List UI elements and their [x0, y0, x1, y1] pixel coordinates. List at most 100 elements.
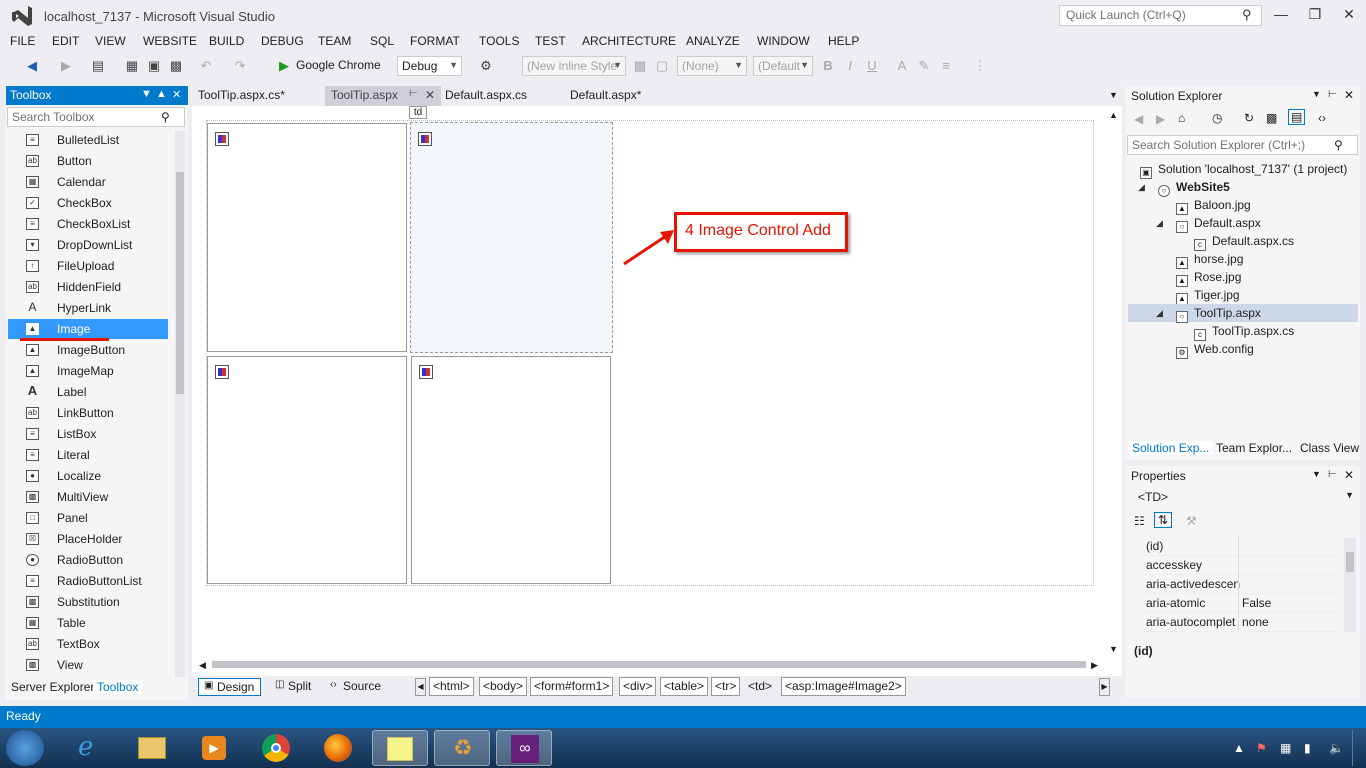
tree-node-web-config[interactable]: ⚙ Web.config	[1176, 340, 1254, 359]
menu-help[interactable]: HELP	[828, 34, 859, 48]
menu-analyze[interactable]: ANALYZE	[686, 34, 740, 48]
show-desktop-button[interactable]	[1352, 730, 1364, 766]
new-project-icon[interactable]: ▤	[90, 58, 106, 74]
toolbox-item-placeholder[interactable]: ☒ PlaceHolder	[8, 529, 168, 549]
breadcrumb-body[interactable]: <body>	[479, 677, 528, 696]
tree-node-default-aspx[interactable]: ○ Default.aspx	[1176, 214, 1261, 233]
dropdown-icon[interactable]: ▼	[1312, 469, 1321, 479]
tab-solution-explorer[interactable]: Solution Exp...	[1128, 441, 1214, 455]
breadcrumb-right-icon[interactable]: ▶	[1099, 678, 1110, 696]
scroll-right-icon[interactable]: ▶	[1091, 660, 1098, 671]
visual-studio-taskbar-icon[interactable]: ∞	[496, 730, 552, 766]
redo-icon[interactable]: ↷	[232, 58, 248, 74]
save-icon[interactable]: ▣	[146, 58, 162, 74]
design-view-button[interactable]: ▣ Design	[198, 678, 262, 696]
menu-architecture[interactable]: ARCHITECTURE	[582, 34, 676, 48]
pending-changes-icon[interactable]: ◷	[1212, 111, 1222, 125]
toolbox-item-bulletedlist[interactable]: ≡ BulletedList	[8, 130, 168, 150]
start-button-icon[interactable]	[6, 730, 44, 766]
close-icon[interactable]: ✕	[1344, 468, 1354, 482]
editor-horizontal-scroll-thumb[interactable]	[212, 661, 1086, 668]
pin-icon[interactable]: ▲	[156, 88, 167, 100]
menu-edit[interactable]: EDIT	[52, 34, 79, 48]
tab-default-aspx-cs[interactable]: Default.aspx.cs	[439, 86, 533, 106]
volume-muted-icon[interactable]: 🔈	[1329, 741, 1344, 755]
power-icon[interactable]: ▮	[1304, 741, 1311, 755]
toolbox-item-table[interactable]: ▦ Table	[8, 613, 168, 633]
tab-default-aspx[interactable]: Default.aspx*	[564, 86, 647, 106]
open-file-icon[interactable]: ▦	[124, 58, 140, 74]
sticky-notes-taskbar-icon[interactable]	[372, 730, 428, 766]
file-explorer-taskbar-icon[interactable]	[124, 730, 180, 766]
home-icon[interactable]: ⌂	[1178, 111, 1185, 125]
split-view-button[interactable]: ◫ Split	[270, 678, 317, 696]
internet-explorer-taskbar-icon[interactable]: e	[62, 730, 118, 766]
breadcrumb-tr[interactable]: <tr>	[711, 677, 741, 696]
style-select[interactable]: (New Inline Style ▼	[522, 56, 626, 76]
tab-dropdown-icon[interactable]: ▼	[1109, 90, 1118, 100]
tree-node-rose-jpg[interactable]: ▲ Rose.jpg	[1176, 268, 1241, 287]
source-view-button[interactable]: ‹› Source	[325, 678, 387, 696]
tree-node-horse-jpg[interactable]: ▲ horse.jpg	[1176, 250, 1243, 269]
close-icon[interactable]: ✕	[425, 88, 435, 102]
toolbox-item-hyperlink[interactable]: A HyperLink	[8, 298, 168, 318]
editor-vertical-scrollbar[interactable]	[1106, 108, 1118, 656]
breadcrumb-td[interactable]: <td>	[744, 677, 776, 696]
property-pages-icon[interactable]: ⚒	[1186, 514, 1197, 528]
tree-node-solution[interactable]: ▣ Solution 'localhost_7137' (1 project)	[1140, 160, 1347, 179]
dropdown-icon[interactable]: ▼	[1312, 89, 1321, 99]
scroll-up-icon[interactable]: ▲	[1109, 110, 1118, 120]
table-cell-4[interactable]	[411, 356, 611, 584]
menu-debug[interactable]: DEBUG	[261, 34, 304, 48]
toolbox-item-checkboxlist[interactable]: ≡ CheckBoxList	[8, 214, 168, 234]
property-row[interactable]: aria-autocomplet none	[1140, 613, 1340, 632]
menu-tools[interactable]: TOOLS	[479, 34, 519, 48]
tab-server-explorer[interactable]: Server Explorer	[11, 680, 94, 694]
save-all-icon[interactable]: ▩	[168, 58, 184, 74]
menu-format[interactable]: FORMAT	[410, 34, 460, 48]
toolbox-item-panel[interactable]: □ Panel	[8, 508, 168, 528]
toolbox-item-radiobutton[interactable]: ● RadioButton	[8, 550, 168, 570]
breadcrumb-form[interactable]: <form#form1>	[530, 677, 614, 696]
close-icon[interactable]: ✕	[1344, 88, 1354, 102]
style-builder-icon[interactable]: ▩	[632, 58, 648, 74]
undo-icon[interactable]: ↶	[198, 58, 214, 74]
quick-launch-input[interactable]: Quick Launch (Ctrl+Q)	[1059, 5, 1262, 26]
back-icon[interactable]: ◀	[24, 58, 40, 74]
target-rule-select[interactable]: (None) ▼	[677, 56, 747, 76]
menu-window[interactable]: WINDOW	[757, 34, 810, 48]
configuration-select[interactable]: Debug ▼	[397, 56, 462, 76]
toolbox-item-dropdownlist[interactable]: ▾ DropDownList	[8, 235, 168, 255]
italic-icon[interactable]: I	[842, 58, 858, 74]
toolbox-item-fileupload[interactable]: ↑ FileUpload	[8, 256, 168, 276]
expand-arrow-icon[interactable]: ◢	[1138, 182, 1145, 193]
menu-test[interactable]: TEST	[535, 34, 566, 48]
property-row[interactable]: aria-atomic False	[1140, 594, 1340, 613]
menu-team[interactable]: TEAM	[318, 34, 351, 48]
breadcrumb-table[interactable]: <table>	[660, 677, 709, 696]
new-style-icon[interactable]: ▢	[654, 58, 670, 74]
maximize-button[interactable]: ❐	[1305, 6, 1325, 23]
breadcrumb-left-icon[interactable]: ◀	[415, 678, 426, 696]
tray-expand-icon[interactable]: ▲	[1233, 741, 1245, 755]
toolbox-item-imagebutton[interactable]: ▲ ImageButton	[8, 340, 168, 360]
pin-icon[interactable]: ⊢	[409, 88, 418, 99]
font-select[interactable]: (Default ▼	[753, 56, 813, 76]
tab-tooltip-aspx[interactable]: ToolTip.aspx ⊢ ✕	[325, 86, 441, 106]
table-cell-2[interactable]	[410, 122, 613, 353]
tree-node-tiger-jpg[interactable]: ▲ Tiger.jpg	[1176, 286, 1240, 305]
image-control-placeholder-icon[interactable]	[419, 365, 433, 379]
menu-website[interactable]: WEBSITE	[143, 34, 197, 48]
table-cell-3[interactable]	[207, 356, 407, 584]
attach-icon[interactable]: ⚙	[478, 58, 494, 74]
toolbox-item-image[interactable]: ▲ Image	[8, 319, 168, 339]
categorized-icon[interactable]: ☷	[1134, 514, 1145, 528]
refresh-icon[interactable]: ↻	[1244, 111, 1254, 125]
tab-tooltip-aspx-cs[interactable]: ToolTip.aspx.cs*	[192, 86, 291, 106]
back-icon[interactable]: ◀	[1134, 112, 1143, 126]
dropdown-icon[interactable]: ▼	[141, 88, 152, 100]
table-cell-1[interactable]	[207, 123, 407, 352]
toolbox-item-substitution[interactable]: ▩ Substitution	[8, 592, 168, 612]
toolbox-item-localize[interactable]: ● Localize	[8, 466, 168, 486]
properties-scroll-thumb[interactable]	[1346, 552, 1354, 572]
